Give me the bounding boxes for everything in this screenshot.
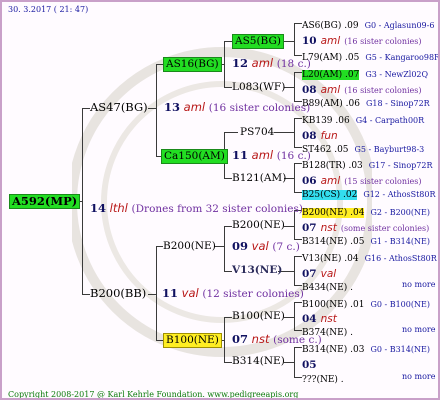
gen4-ancestor-id: B89(AM) .06: [302, 99, 360, 109]
gen4-ancestor-row[interactable]: KB139 .06 G4 - Carpath00R: [302, 111, 424, 128]
root-mark: lthl: [109, 201, 128, 215]
gen4-ancestor-origin: G5 - Bayburt98-3: [354, 145, 425, 154]
gen4-ancestor-id: B314(NE) .05: [302, 237, 365, 247]
gen4-ancestor-origin: G0 - B314(NE): [370, 345, 430, 354]
ca150-mark: aml: [251, 148, 274, 162]
root-year: 14: [90, 201, 107, 215]
node-l083[interactable]: L083(WF): [232, 81, 285, 94]
gen4-ancestor-id: B200(NE) .04: [302, 208, 365, 218]
gen4-ancestor-origin: G17 - Sinop72R: [368, 161, 433, 170]
ca150-year: 11: [232, 148, 249, 162]
gen4-ancestor-id: B100(NE) .01: [302, 300, 365, 310]
root-drone-info: 14 lthl (Drones from 32 sister colonies): [90, 202, 303, 216]
gen4-drone-row: 10 aml (16 sister colonies): [302, 32, 422, 48]
b200ne-note: (7 c.): [272, 241, 300, 253]
node-b314-g3[interactable]: B314(NE): [232, 355, 285, 368]
gen4-ancestor-row[interactable]: ???(NE) . no more: [302, 370, 435, 387]
gen4-ancestor-origin: G12 - AthosSt80R: [363, 190, 436, 199]
node-ps704[interactable]: PS704: [240, 126, 274, 139]
node-as16[interactable]: AS16(BG): [163, 57, 222, 72]
gen4-ancestor-id: L20(AM) .07: [302, 70, 360, 80]
gen4-ancestor-id: L79(AM) .05: [302, 53, 360, 63]
b200ne-year: 09: [232, 239, 249, 253]
b200bb-note: (12 sister colonies): [202, 288, 304, 300]
gen4-ancestor-row[interactable]: V13(NE) .04 G16 - AthosSt80R: [302, 249, 437, 266]
gen4-ancestor-row[interactable]: B314(NE) .03 G0 - B314(NE): [302, 340, 430, 357]
as47-mark: aml: [183, 100, 206, 114]
gen4-ancestor-origin: G1 - B314(NE): [370, 237, 430, 246]
gen4-ancestor-row[interactable]: B89(AM) .06 G18 - Sinop72R: [302, 94, 430, 111]
node-as47[interactable]: AS47(BG): [90, 101, 148, 114]
gen4-ancestor-row[interactable]: B25(CS) .02 G12 - AthosSt80R: [302, 185, 436, 202]
gen4-ancestor-id: B128(TR) .03: [302, 161, 363, 171]
gen4-ancestor-row[interactable]: AS6(BG) .09 G0 - Aglasun09-6: [302, 16, 434, 33]
gen4-ancestor-id: ???(NE) .: [302, 375, 344, 385]
pedigree-frame: 30. 3.2017 ( 21: 47) A592(MP) 14 lthl (D…: [0, 0, 440, 400]
gen4-ancestor-id: AS6(BG) .09: [302, 21, 359, 31]
node-b100ne-g2[interactable]: B100(NE): [163, 333, 222, 348]
node-b121[interactable]: B121(AM): [232, 172, 286, 185]
as16-year: 12: [232, 56, 249, 70]
node-as16-info: 12 aml (18 c.): [232, 57, 311, 71]
gen4-ancestor-origin: no more: [402, 372, 436, 381]
gen4-ancestor-origin: G3 - NewZl02Q: [365, 70, 429, 79]
node-b200bb-info: 11 val (12 sister colonies): [162, 287, 304, 301]
node-ca150[interactable]: Ca150(AM): [161, 149, 228, 164]
gen4-ancestor-row[interactable]: L20(AM) .07 G3 - NewZl02Q: [302, 65, 428, 82]
node-b200-g3[interactable]: B200(NE): [232, 219, 285, 232]
gen4-ancestor-id: B434(NE) .: [302, 283, 353, 293]
node-as5[interactable]: AS5(BG): [232, 34, 284, 49]
gen4-ancestor-origin: no more: [402, 325, 436, 334]
as16-mark: aml: [251, 56, 274, 70]
gen4-mark: aml: [320, 35, 341, 47]
node-b100-g3[interactable]: B100(NE): [232, 310, 285, 323]
gen4-ancestor-row[interactable]: B128(TR) .03 G17 - Sinop72R: [302, 156, 432, 173]
node-b200bb[interactable]: B200(BB): [90, 287, 146, 300]
gen4-ancestor-id: V13(NE) .04: [302, 254, 359, 264]
as47-note: (16 sister colonies): [208, 102, 311, 114]
gen4-ancestor-origin: G18 - Sinop72R: [365, 99, 430, 108]
gen4-ancestor-origin: G0 - Aglasun09-6: [364, 21, 435, 30]
root-drone-note: (Drones from 32 sister colonies): [131, 203, 303, 215]
b100ne-year: 07: [232, 332, 249, 346]
b200bb-year: 11: [162, 286, 179, 300]
gen4-ancestor-id: B374(NE) .: [302, 328, 353, 338]
gen4-ancestor-origin: G2 - B200(NE): [370, 208, 430, 217]
gen4-ancestor-id: B25(CS) .02: [302, 190, 358, 200]
gen4-ancestor-row[interactable]: B434(NE) . no more: [302, 278, 435, 295]
gen4-ancestor-origin: G4 - Carpath00R: [355, 116, 425, 125]
node-ca150-info: 11 aml (16 c.): [232, 149, 311, 163]
node-as47-info: 13 aml (16 sister colonies): [164, 101, 310, 115]
footer-copyright: Copyright 2008-2017 @ Karl Kehrle Founda…: [8, 390, 299, 399]
gen4-ancestor-row[interactable]: B374(NE) . no more: [302, 323, 435, 340]
gen4-ancestor-row[interactable]: B200(NE) .04 G2 - B200(NE): [302, 203, 430, 220]
gen4-year: 10: [302, 35, 317, 47]
b200bb-mark: val: [181, 286, 199, 300]
gen4-ancestor-row[interactable]: ST462 .05 G5 - Bayburt98-3: [302, 140, 424, 157]
gen4-ancestor-row[interactable]: L79(AM) .05 G5 - Kangaroo98R: [302, 48, 440, 65]
gen4-ancestor-origin: G0 - B100(NE): [370, 300, 430, 309]
as47-year: 13: [164, 100, 181, 114]
gen4-ancestor-origin: G16 - AthosSt80R: [364, 254, 437, 263]
node-b200ne-g2-info: 09 val (7 c.): [232, 240, 300, 254]
b200ne-mark: val: [251, 239, 269, 253]
node-b200ne-g2[interactable]: B200(NE): [163, 240, 216, 253]
gen4-ancestor-id: B314(NE) .03: [302, 345, 365, 355]
header-date: 30. 3.2017 ( 21: 47): [8, 5, 89, 14]
root-queen[interactable]: A592(MP): [9, 194, 81, 209]
gen4-note: (16 sister colonies): [344, 37, 422, 46]
node-v13[interactable]: V13(NE): [232, 264, 282, 277]
gen4-ancestor-id: KB139 .06: [302, 116, 350, 126]
gen4-ancestor-id: ST462 .05: [302, 145, 349, 155]
b100ne-mark: nst: [251, 332, 270, 346]
gen4-ancestor-origin: no more: [402, 280, 436, 289]
gen4-ancestor-row[interactable]: B314(NE) .05 G1 - B314(NE): [302, 232, 430, 249]
gen4-ancestor-origin: G5 - Kangaroo98R: [365, 53, 440, 62]
